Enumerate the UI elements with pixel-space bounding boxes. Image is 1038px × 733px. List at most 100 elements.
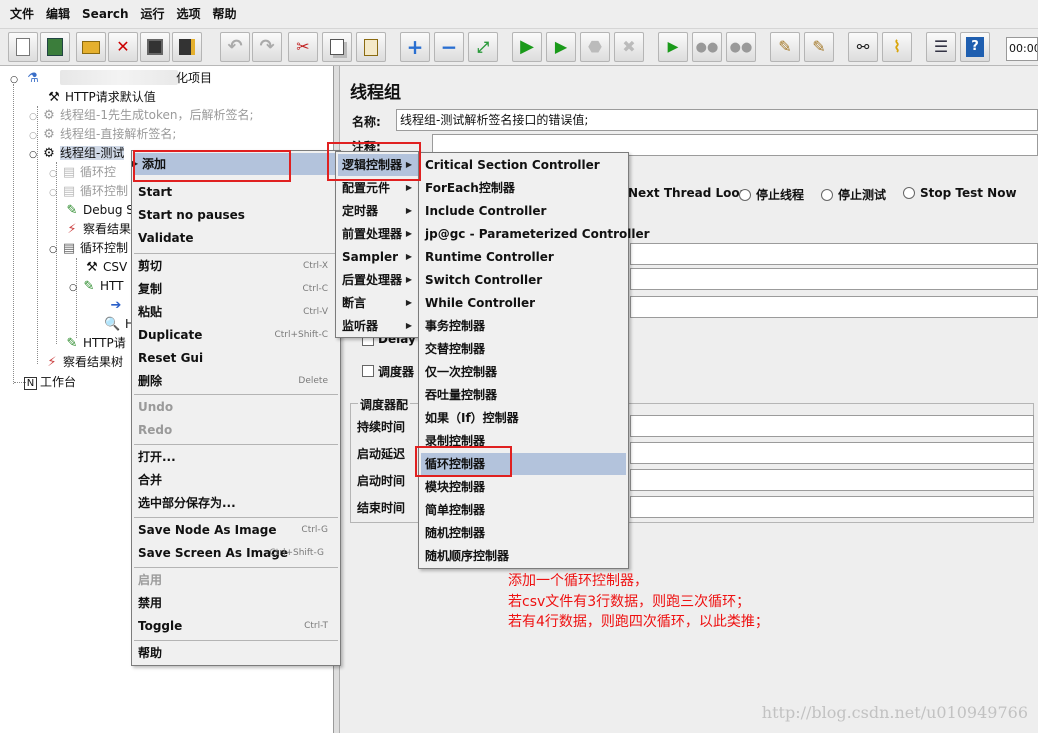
menu-item-recording[interactable]: 录制控制器: [421, 430, 626, 452]
start-no-pauses-button[interactable]: ▶: [546, 32, 576, 62]
menu-item-help[interactable]: 帮助: [134, 642, 338, 664]
menu-item-save-selection[interactable]: 选中部分保存为...: [134, 492, 338, 514]
tree-node-results-tree[interactable]: ⚡ 察看结果: [64, 220, 131, 239]
tree-node-results-tree-2[interactable]: ⚡ 察看结果树: [44, 353, 123, 372]
toggle-button[interactable]: ⤢: [468, 32, 498, 62]
clear-all-button[interactable]: ✎: [804, 32, 834, 62]
cut-button[interactable]: ✂: [288, 32, 318, 62]
menu-item-redo[interactable]: Redo: [134, 419, 338, 441]
menu-item-delete[interactable]: 删除 Delete: [134, 370, 338, 392]
menu-item-include[interactable]: Include Controller: [421, 200, 626, 222]
menu-item-open[interactable]: 打开...: [134, 446, 338, 468]
menu-item-sampler[interactable]: Sampler ▶: [338, 246, 418, 268]
tree-node-thread-group-1[interactable]: ○ ⚙ 线程组-1先生成token，后解析签名;: [28, 106, 254, 125]
tree-node-thread-group-test[interactable]: ○ ⚙ 线程组-测试: [28, 144, 125, 165]
function-helper-button[interactable]: ☰: [926, 32, 956, 62]
radio-dot[interactable]: [821, 188, 833, 201]
end-time-input[interactable]: [630, 496, 1034, 518]
menu-item-merge[interactable]: 合并: [134, 469, 338, 491]
undo-button[interactable]: ↶: [220, 32, 250, 62]
loop-count-input[interactable]: [630, 296, 1038, 318]
paste-button[interactable]: [356, 32, 386, 62]
menu-item-timer[interactable]: 定时器 ▶: [338, 200, 418, 222]
tree-node-http-defaults[interactable]: ⚒ HTTP请求默认值: [46, 88, 156, 107]
tree-node-post-processor[interactable]: ➔: [108, 296, 127, 315]
menu-item-runtime[interactable]: Runtime Controller: [421, 246, 626, 268]
name-input[interactable]: 线程组-测试解析签名接口的错误值;: [396, 109, 1038, 131]
expand-handle-icon[interactable]: ○: [48, 241, 58, 260]
menu-item-toggle[interactable]: Toggle Ctrl-T: [134, 615, 338, 637]
start-time-input[interactable]: [630, 469, 1034, 491]
copy-button[interactable]: [322, 32, 352, 62]
menu-item-throughput[interactable]: 吞吐量控制器: [421, 384, 626, 406]
menu-item-listener[interactable]: 监听器 ▶: [338, 315, 418, 337]
remote-stop-button[interactable]: ●●: [692, 32, 722, 62]
new-button[interactable]: [8, 32, 38, 62]
help-button[interactable]: ?: [960, 32, 990, 62]
tree-root-node[interactable]: ○ ⚗: [6, 69, 44, 88]
menu-item-interleave[interactable]: 交替控制器: [421, 338, 626, 360]
duration-input[interactable]: [630, 415, 1034, 437]
menu-edit[interactable]: 编辑: [40, 0, 76, 28]
menu-item-copy[interactable]: 复制 Ctrl-C: [134, 278, 338, 300]
expand-handle-icon[interactable]: ○: [28, 146, 38, 165]
menu-item-post-processor[interactable]: 后置处理器 ▶: [338, 269, 418, 291]
menu-item-random[interactable]: 随机控制器: [421, 522, 626, 544]
menu-item-foreach[interactable]: ForEach控制器: [421, 177, 626, 199]
start-button[interactable]: ▶: [512, 32, 542, 62]
menu-item-while[interactable]: While Controller: [421, 292, 626, 314]
menu-item-pre-processor[interactable]: 前置处理器 ▶: [338, 223, 418, 245]
tree-node-http-request-2[interactable]: ✎ HTTP请: [64, 334, 126, 353]
radio-next-thread-loop[interactable]: Next Thread Loop: [628, 186, 748, 200]
radio-stop-test[interactable]: 停止测试: [821, 186, 886, 203]
save-as-button[interactable]: [172, 32, 202, 62]
menu-item-loop[interactable]: 循环控制器: [421, 453, 626, 475]
expand-handle-icon[interactable]: ○: [68, 279, 78, 298]
tree-node-thread-group-2[interactable]: ○ ⚙ 线程组-直接解析签名;: [28, 125, 176, 144]
menu-item-assertion[interactable]: 断言 ▶: [338, 292, 418, 314]
menu-item-switch[interactable]: Switch Controller: [421, 269, 626, 291]
close-button[interactable]: ✕: [108, 32, 138, 62]
expand-handle-icon[interactable]: ○: [48, 184, 58, 203]
menu-item-transaction[interactable]: 事务控制器: [421, 315, 626, 337]
menu-item-duplicate[interactable]: Duplicate Ctrl+Shift-C: [134, 324, 338, 346]
tree-node-csv-config[interactable]: ⚒ CSV: [84, 258, 127, 277]
stop-button[interactable]: ⬣: [580, 32, 610, 62]
tree-node-assertion[interactable]: 🔍 H: [104, 315, 134, 334]
shutdown-button[interactable]: ✖: [614, 32, 644, 62]
menu-run[interactable]: 运行: [134, 0, 170, 28]
menu-item-module[interactable]: 模块控制器: [421, 476, 626, 498]
menu-item-validate[interactable]: Validate: [134, 227, 338, 249]
tree-node-http-request[interactable]: ○ ✎ HTT: [68, 277, 123, 296]
menu-item-config-element[interactable]: 配置元件 ▶: [338, 177, 418, 199]
search-button[interactable]: ⚯: [848, 32, 878, 62]
menu-item-parameterized[interactable]: jp@gc - Parameterized Controller: [421, 223, 650, 245]
clear-button[interactable]: ✎: [770, 32, 800, 62]
tree-node-debug-sampler[interactable]: ✎ Debug S: [64, 201, 134, 220]
expand-button[interactable]: +: [400, 32, 430, 62]
radio-stop-thread[interactable]: 停止线程: [739, 186, 804, 203]
menu-file[interactable]: 文件: [4, 0, 40, 28]
menu-item-start-no-pauses[interactable]: Start no pauses: [134, 204, 338, 226]
save-button[interactable]: [140, 32, 170, 62]
radio-dot[interactable]: [739, 188, 751, 201]
menu-item-random-order[interactable]: 随机顺序控制器: [421, 545, 626, 567]
open-button[interactable]: [76, 32, 106, 62]
collapse-button[interactable]: −: [434, 32, 464, 62]
startup-delay-input[interactable]: [630, 442, 1034, 464]
tree-node-loop-controller[interactable]: ○ ▤ 循环控制: [48, 182, 128, 201]
radio-dot[interactable]: [903, 187, 915, 199]
menu-item-logic-controller[interactable]: 逻辑控制器 ▶: [338, 154, 418, 176]
menu-item-cut[interactable]: 剪切 Ctrl-X: [134, 255, 338, 277]
threads-input[interactable]: [630, 243, 1038, 265]
menu-search[interactable]: Search: [76, 0, 134, 28]
redo-button[interactable]: ↷: [252, 32, 282, 62]
menu-item-simple[interactable]: 简单控制器: [421, 499, 626, 521]
menu-item-undo[interactable]: Undo: [134, 396, 338, 418]
menu-options[interactable]: 选项: [171, 0, 207, 28]
remote-start-button[interactable]: ▶: [658, 32, 688, 62]
menu-item-paste[interactable]: 粘贴 Ctrl-V: [134, 301, 338, 323]
menu-item-save-screen-image[interactable]: Save Screen As Image Ctrl+Shift-G: [134, 542, 338, 564]
menu-item-critical-section[interactable]: Critical Section Controller: [421, 154, 626, 176]
tree-node-loop-controller-active[interactable]: ○ ▤ 循环控制: [48, 239, 128, 258]
